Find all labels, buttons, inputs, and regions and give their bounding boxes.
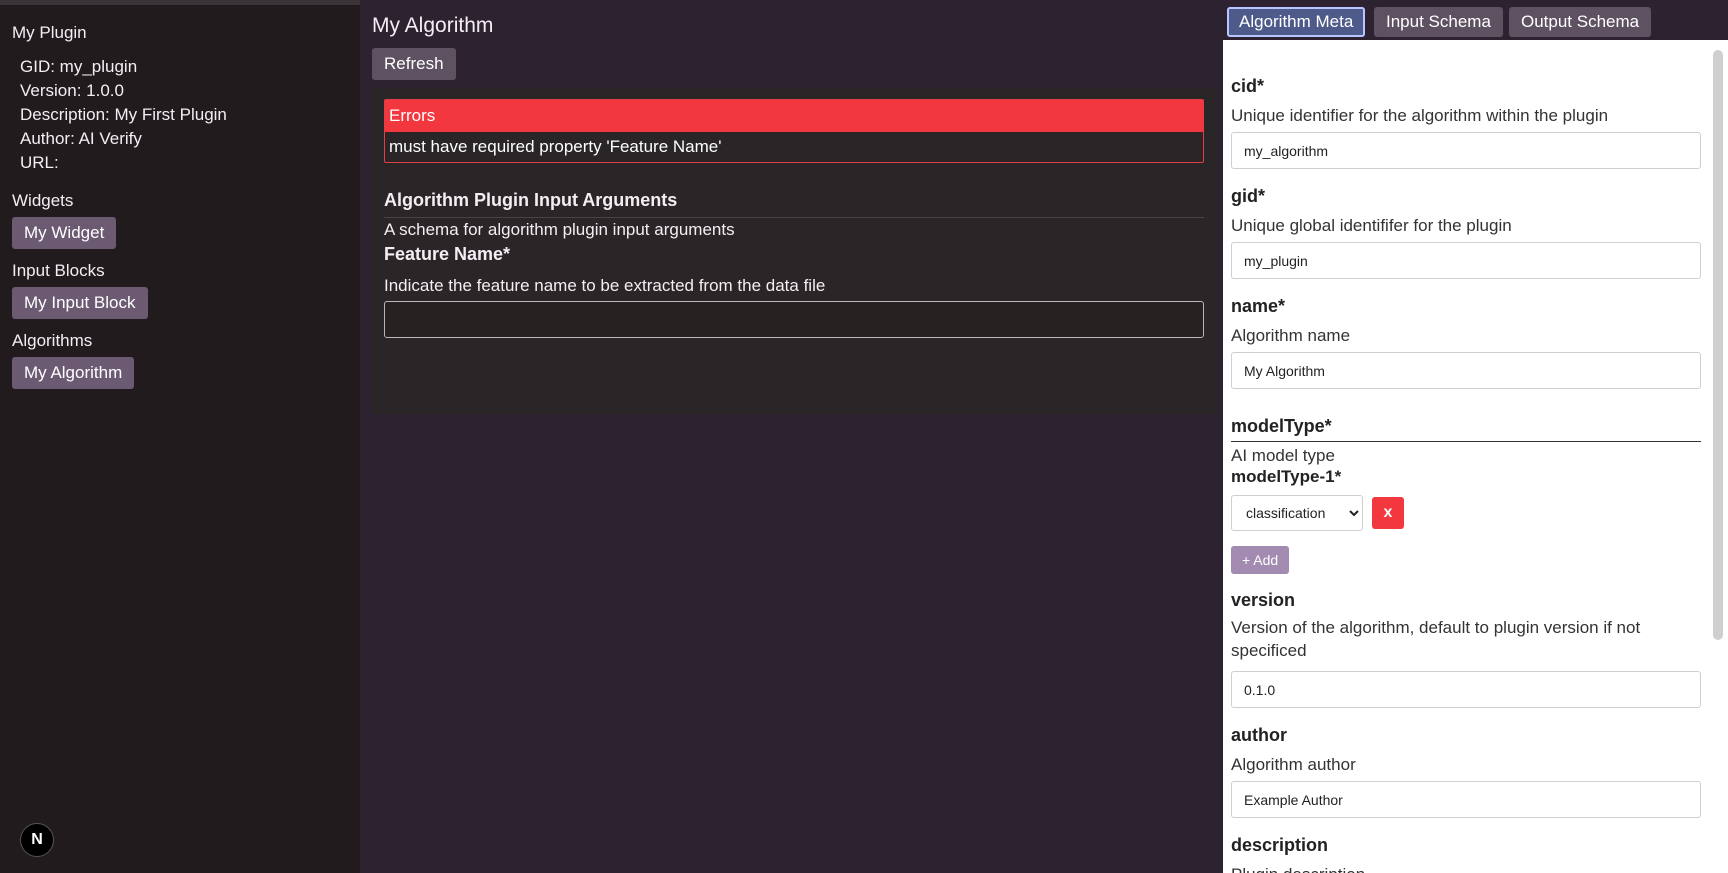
tab-input-schema[interactable]: Input Schema — [1374, 7, 1503, 37]
sidebar: My Plugin GID: my_plugin Version: 1.0.0 … — [0, 0, 360, 873]
version-label: version — [1231, 590, 1296, 610]
algorithm-meta-panel: cid* Unique identifier for the algorithm… — [1223, 40, 1728, 873]
feature-name-input[interactable] — [384, 301, 1204, 338]
name-input[interactable] — [1231, 352, 1701, 389]
author-description: Algorithm author — [1231, 755, 1356, 774]
page-title: My Algorithm — [372, 14, 494, 37]
modeltype-description: AI model type — [1231, 446, 1335, 465]
cid-description: Unique identifier for the algorithm with… — [1231, 106, 1609, 125]
author-label: author — [1231, 725, 1287, 745]
tab-algorithm-meta[interactable]: Algorithm Meta — [1227, 7, 1366, 37]
remove-modeltype-button[interactable]: x — [1372, 497, 1404, 529]
nextjs-badge-icon[interactable]: N — [20, 823, 54, 857]
plugin-meta: GID: my_plugin Version: 1.0.0 Descriptio… — [20, 55, 227, 175]
algorithms-heading: Algorithms — [12, 331, 93, 350]
my-input-block-button[interactable]: My Input Block — [12, 287, 148, 319]
modeltype-1-label: modelType-1* — [1231, 467, 1342, 486]
name-description: Algorithm name — [1231, 326, 1351, 345]
feature-name-description: Indicate the feature name to be extracte… — [384, 276, 826, 295]
input-blocks-heading: Input Blocks — [12, 261, 105, 280]
modeltype-divider — [1231, 441, 1701, 442]
add-modeltype-button[interactable]: + Add — [1231, 546, 1290, 574]
version-description: Version of the algorithm, default to plu… — [1231, 618, 1641, 660]
my-algorithm-button[interactable]: My Algorithm — [12, 357, 135, 389]
modeltype-label: modelType* — [1231, 416, 1332, 436]
description-label: description — [1231, 835, 1329, 855]
my-widget-button[interactable]: My Widget — [12, 217, 117, 249]
plugin-description: Description: My First Plugin — [20, 105, 227, 124]
name-label: name* — [1231, 296, 1286, 316]
widgets-heading: Widgets — [12, 191, 74, 210]
gid-input[interactable] — [1231, 242, 1701, 279]
schema-description: A schema for algorithm plugin input argu… — [384, 220, 735, 239]
plugin-version: Version: 1.0.0 — [20, 81, 124, 100]
gid-description: Unique global identififer for the plugin — [1231, 216, 1512, 235]
description-description: Plugin description — [1231, 863, 1365, 873]
cid-label: cid* — [1231, 76, 1265, 96]
cid-input[interactable] — [1231, 132, 1701, 169]
scrollbar[interactable] — [1713, 50, 1723, 640]
modeltype-1-select[interactable]: classification — [1231, 495, 1363, 531]
refresh-button[interactable]: Refresh — [372, 48, 456, 80]
plugin-author: Author: AI Verify — [20, 129, 142, 148]
error-message: must have required property 'Feature Nam… — [389, 137, 722, 156]
feature-name-label: Feature Name* — [384, 244, 511, 264]
gid-label: gid* — [1231, 186, 1265, 206]
version-input[interactable] — [1231, 671, 1701, 708]
author-input[interactable] — [1231, 781, 1701, 818]
tab-output-schema[interactable]: Output Schema — [1509, 7, 1652, 37]
input-form-panel: Errors must have required property 'Feat… — [372, 88, 1217, 414]
schema-title: Algorithm Plugin Input Arguments — [384, 190, 1204, 218]
plugin-gid: GID: my_plugin — [20, 57, 138, 76]
plugin-url: URL: — [20, 153, 59, 172]
errors-box: Errors must have required property 'Feat… — [384, 99, 1204, 163]
errors-heading: Errors — [385, 100, 1203, 132]
plugin-title: My Plugin — [12, 23, 87, 42]
